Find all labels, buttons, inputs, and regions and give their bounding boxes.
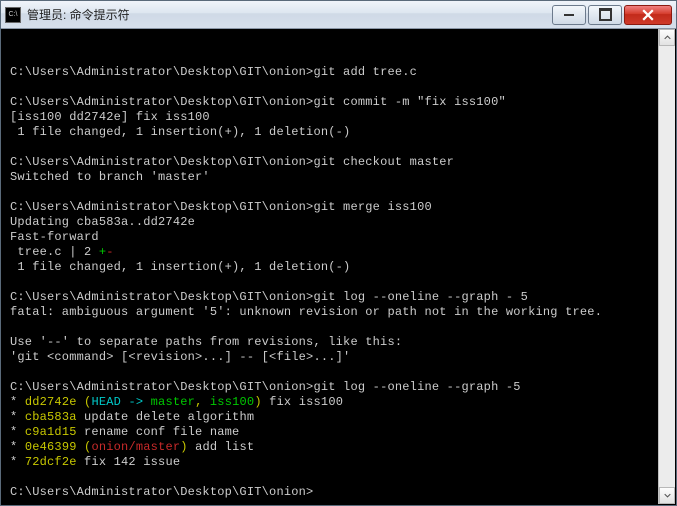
- output-line: 1 file changed, 1 insertion(+), 1 deleti…: [10, 260, 669, 275]
- terminal-area[interactable]: C:\Users\Administrator\Desktop\GIT\onion…: [1, 29, 676, 505]
- prompt: C:\Users\Administrator\Desktop\GIT\onion…: [10, 155, 313, 169]
- app-icon: C:\: [5, 7, 21, 23]
- commit-msg: fix 142 issue: [77, 455, 181, 469]
- log-line: * cba583a update delete algorithm: [10, 410, 669, 425]
- scrollbar[interactable]: [658, 29, 675, 504]
- terminal-content: C:\Users\Administrator\Desktop\GIT\onion…: [10, 65, 669, 500]
- commit-hash: 0e46399: [25, 440, 77, 454]
- command-text: git checkout master: [313, 155, 454, 169]
- scroll-track[interactable]: [659, 46, 675, 487]
- output-line: Use '--' to separate paths from revision…: [10, 335, 669, 350]
- ref-head: HEAD ->: [91, 395, 150, 409]
- prompt: C:\Users\Administrator\Desktop\GIT\onion…: [10, 95, 313, 109]
- close-button[interactable]: [624, 5, 672, 25]
- window-buttons: [550, 5, 672, 25]
- window-title: 管理员: 命令提示符: [27, 6, 550, 23]
- diffstat-line: tree.c | 2 +-: [10, 245, 669, 260]
- commit-msg: fix iss100: [262, 395, 343, 409]
- commit-hash: cba583a: [25, 410, 77, 424]
- output-line: [iss100 dd2742e] fix iss100: [10, 110, 669, 125]
- chevron-up-icon: [664, 34, 671, 41]
- command-text: git commit -m "fix iss100": [313, 95, 505, 109]
- commit-hash: dd2742e: [25, 395, 77, 409]
- maximize-button[interactable]: [588, 5, 622, 25]
- prompt: C:\Users\Administrator\Desktop\GIT\onion…: [10, 200, 313, 214]
- minimize-button[interactable]: [552, 5, 586, 25]
- log-line: * dd2742e (HEAD -> master, iss100) fix i…: [10, 395, 669, 410]
- prompt: C:\Users\Administrator\Desktop\GIT\onion…: [10, 65, 313, 79]
- output-line: fatal: ambiguous argument '5': unknown r…: [10, 305, 669, 320]
- ref-remote: onion/master: [91, 440, 180, 454]
- commit-hash: c9a1d15: [25, 425, 77, 439]
- titlebar[interactable]: C:\ 管理员: 命令提示符: [1, 1, 676, 29]
- commit-msg: rename conf file name: [77, 425, 240, 439]
- prompt: C:\Users\Administrator\Desktop\GIT\onion…: [10, 380, 313, 394]
- log-line: * 72dcf2e fix 142 issue: [10, 455, 669, 470]
- output-line: Updating cba583a..dd2742e: [10, 215, 669, 230]
- ref-branch: iss100: [210, 395, 254, 409]
- log-line: * 0e46399 (onion/master) add list: [10, 440, 669, 455]
- close-icon: [642, 9, 654, 21]
- commit-msg: update delete algorithm: [77, 410, 255, 424]
- output-line: 'git <command> [<revision>...] -- [<file…: [10, 350, 669, 365]
- prompt: C:\Users\Administrator\Desktop\GIT\onion…: [10, 290, 313, 304]
- scroll-up-button[interactable]: [659, 29, 675, 46]
- output-line: 1 file changed, 1 insertion(+), 1 deleti…: [10, 125, 669, 140]
- output-line: Switched to branch 'master': [10, 170, 669, 185]
- command-text: git merge iss100: [313, 200, 431, 214]
- command-text: git log --oneline --graph -5: [313, 380, 520, 394]
- command-text: git log --oneline --graph - 5: [313, 290, 528, 304]
- commit-hash: 72dcf2e: [25, 455, 77, 469]
- prompt: C:\Users\Administrator\Desktop\GIT\onion…: [10, 485, 313, 499]
- ref-branch: master: [151, 395, 195, 409]
- chevron-down-icon: [664, 492, 671, 499]
- log-line: * c9a1d15 rename conf file name: [10, 425, 669, 440]
- command-prompt-window: C:\ 管理员: 命令提示符 C:\Users\Administrator\De…: [0, 0, 677, 506]
- scroll-down-button[interactable]: [659, 487, 675, 504]
- commit-msg: add list: [188, 440, 255, 454]
- output-line: Fast-forward: [10, 230, 669, 245]
- command-text: git add tree.c: [313, 65, 417, 79]
